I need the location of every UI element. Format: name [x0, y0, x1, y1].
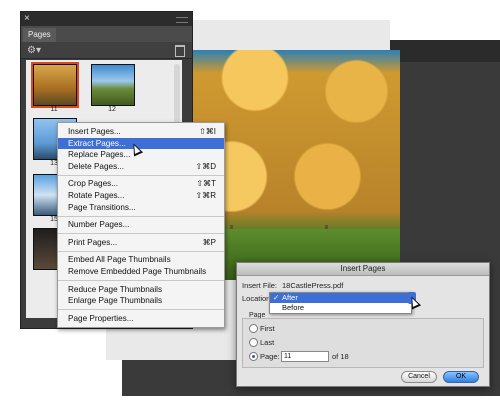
panel-toolbar: ⚙▾: [21, 42, 192, 59]
panel-tab-row: Pages: [21, 26, 192, 42]
fence-post: [230, 225, 233, 270]
location-option-before[interactable]: Before: [270, 303, 411, 313]
menu-item-label: Page Transitions...: [68, 202, 136, 212]
radio-page[interactable]: [249, 352, 258, 361]
insert-file-value: 18CastlePress.pdf: [282, 281, 344, 290]
thumbnail-number: 11: [50, 106, 58, 113]
menu-separator: [58, 233, 224, 235]
menu-item-label: Extract Pages...: [68, 138, 126, 148]
last-label: Last: [260, 338, 275, 347]
menu-item-label: Number Pages...: [68, 220, 130, 230]
radio-first[interactable]: [249, 324, 258, 333]
menu-item-label: Embed All Page Thumbnails: [68, 255, 171, 265]
gear-icon[interactable]: ⚙▾: [27, 45, 41, 56]
panel-titlebar[interactable]: ×: [21, 12, 192, 26]
menu-item-page-properties[interactable]: Page Properties...: [58, 313, 224, 325]
menu-item-label: Remove Embedded Page Thumbnails: [68, 266, 207, 276]
menu-item-reduce-thumbnails[interactable]: Reduce Page Thumbnails: [58, 284, 224, 296]
menu-shortcut: ⇧⌘T: [196, 179, 216, 189]
menu-item-delete-pages[interactable]: Delete Pages... ⇧⌘D: [58, 161, 224, 173]
first-label: First: [260, 324, 275, 333]
page-thumbnail[interactable]: [31, 62, 79, 108]
menu-item-print-pages[interactable]: Print Pages... ⌘P: [58, 237, 224, 249]
location-dropdown[interactable]: ✓ After Before: [269, 292, 412, 314]
tab-pages[interactable]: Pages: [23, 28, 56, 42]
menu-item-label: Delete Pages...: [68, 161, 124, 171]
location-label: Location: [242, 294, 271, 303]
thumbnail-number: 12: [108, 106, 116, 113]
menu-separator: [58, 174, 224, 176]
menu-item-remove-embedded-thumbnails[interactable]: Remove Embedded Page Thumbnails: [58, 266, 224, 278]
page-label: Page:: [260, 352, 280, 361]
menu-item-label: Reduce Page Thumbnails: [68, 284, 163, 294]
menu-item-label: Rotate Pages...: [68, 190, 125, 200]
menu-item-number-pages[interactable]: Number Pages...: [58, 219, 224, 231]
option-label: Before: [282, 303, 305, 312]
checkmark-icon: ✓: [273, 293, 280, 302]
grip-icon[interactable]: [176, 17, 188, 23]
menu-item-enlarge-thumbnails[interactable]: Enlarge Page Thumbnails: [58, 295, 224, 307]
menu-separator: [58, 250, 224, 252]
page-thumbnail[interactable]: [91, 64, 135, 106]
menu-shortcut: ⇧⌘I: [199, 127, 216, 136]
ok-button[interactable]: OK: [443, 371, 479, 383]
menu-separator: [58, 280, 224, 282]
menu-item-label: Replace Pages...: [68, 150, 131, 160]
page-count-text: of 18: [332, 352, 349, 361]
menu-shortcut: ⇧⌘R: [195, 190, 216, 200]
insert-pages-dialog: Insert Pages Insert File: 18CastlePress.…: [236, 262, 490, 387]
close-icon[interactable]: ×: [24, 13, 30, 25]
location-option-after[interactable]: ✓ After: [270, 293, 411, 303]
page-number-input[interactable]: 11: [281, 351, 329, 362]
cancel-button[interactable]: Cancel: [401, 371, 437, 383]
menu-separator: [58, 309, 224, 311]
trash-icon[interactable]: [175, 45, 185, 57]
menu-item-label: Page Properties...: [68, 313, 134, 323]
menu-item-rotate-pages[interactable]: Rotate Pages... ⇧⌘R: [58, 190, 224, 202]
menu-item-page-transitions[interactable]: Page Transitions...: [58, 202, 224, 214]
menu-separator: [58, 215, 224, 217]
menu-shortcut: ⇧⌘D: [195, 161, 216, 171]
menu-item-label: Print Pages...: [68, 237, 118, 247]
menu-shortcut: ⌘P: [202, 237, 216, 247]
menu-item-crop-pages[interactable]: Crop Pages... ⇧⌘T: [58, 178, 224, 190]
menu-item-insert-pages[interactable]: Insert Pages... ⇧⌘I: [58, 126, 224, 138]
menu-item-label: Crop Pages...: [68, 179, 119, 189]
menu-item-label: Enlarge Page Thumbnails: [68, 296, 163, 306]
dialog-title: Insert Pages: [237, 263, 489, 276]
menu-item-embed-thumbnails[interactable]: Embed All Page Thumbnails: [58, 254, 224, 266]
menu-item-label: Insert Pages...: [68, 127, 121, 136]
option-label: After: [282, 293, 298, 302]
radio-last[interactable]: [249, 338, 258, 347]
insert-file-label: Insert File:: [242, 281, 278, 290]
